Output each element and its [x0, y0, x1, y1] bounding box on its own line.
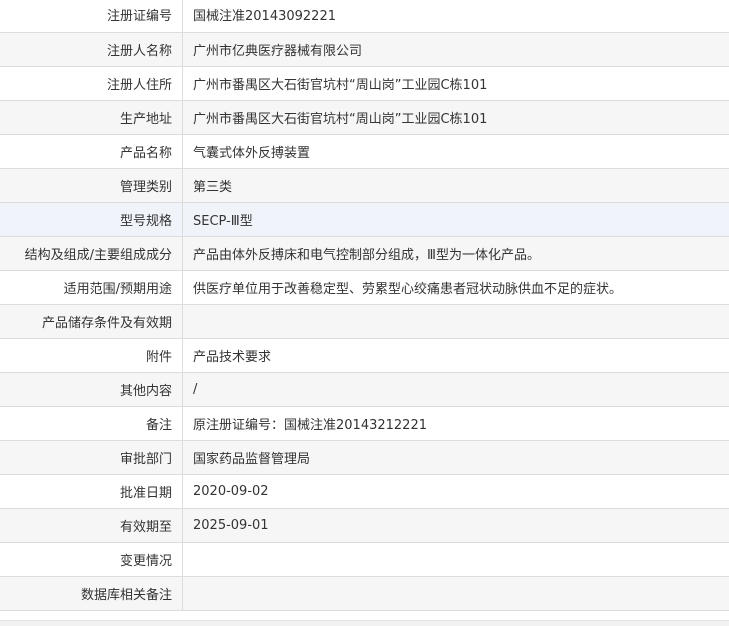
field-value: 2020-09-02 — [183, 474, 729, 508]
field-value: 广州市番禺区大石街官坑村“周山岗”工业园C栋101 — [183, 66, 729, 100]
registration-details-table: 注册证编号 国械注准20143092221 注册人名称 广州市亿典医疗器械有限公… — [0, 0, 729, 611]
field-value: 国械注准20143092221 — [183, 0, 729, 32]
row-structure-composition: 结构及组成/主要组成成分 产品由体外反搏床和电气控制部分组成，Ⅲ型为一体化产品。 — [0, 236, 729, 270]
row-product-name: 产品名称 气囊式体外反搏装置 — [0, 134, 729, 168]
row-remarks: 备注 原注册证编号：国械注准20143212221 — [0, 406, 729, 440]
field-value: SECP-Ⅲ型 — [183, 202, 729, 236]
field-label: 注册证编号 — [0, 0, 183, 32]
row-attachments: 附件 产品技术要求 — [0, 338, 729, 372]
row-approval-department: 审批部门 国家药品监督管理局 — [0, 440, 729, 474]
row-valid-until: 有效期至 2025-09-01 — [0, 508, 729, 542]
field-value: 广州市亿典医疗器械有限公司 — [183, 32, 729, 66]
field-value: 2025-09-01 — [183, 508, 729, 542]
field-value: / — [183, 372, 729, 406]
field-label: 附件 — [0, 338, 183, 372]
field-label: 适用范围/预期用途 — [0, 270, 183, 304]
field-label: 产品储存条件及有效期 — [0, 304, 183, 338]
field-value: 国家药品监督管理局 — [183, 440, 729, 474]
field-label: 生产地址 — [0, 100, 183, 134]
field-value: 原注册证编号：国械注准20143212221 — [183, 406, 729, 440]
row-registrant-name: 注册人名称 广州市亿典医疗器械有限公司 — [0, 32, 729, 66]
field-label: 管理类别 — [0, 168, 183, 202]
field-label: 变更情况 — [0, 542, 183, 576]
field-label: 审批部门 — [0, 440, 183, 474]
field-label: 其他内容 — [0, 372, 183, 406]
field-value: 广州市番禺区大石街官坑村“周山岗”工业园C栋101 — [183, 100, 729, 134]
row-management-category: 管理类别 第三类 — [0, 168, 729, 202]
row-approval-date: 批准日期 2020-09-02 — [0, 474, 729, 508]
field-label: 数据库相关备注 — [0, 576, 183, 610]
field-label: 结构及组成/主要组成成分 — [0, 236, 183, 270]
row-production-address: 生产地址 广州市番禺区大石街官坑村“周山岗”工业园C栋101 — [0, 100, 729, 134]
field-value — [183, 304, 729, 338]
field-value — [183, 576, 729, 610]
row-intended-use: 适用范围/预期用途 供医疗单位用于改善稳定型、劳累型心绞痛患者冠状动脉供血不足的… — [0, 270, 729, 304]
row-model-spec: 型号规格 SECP-Ⅲ型 — [0, 202, 729, 236]
field-value: 气囊式体外反搏装置 — [183, 134, 729, 168]
row-storage-conditions: 产品储存条件及有效期 — [0, 304, 729, 338]
row-registrant-address: 注册人住所 广州市番禺区大石街官坑村“周山岗”工业园C栋101 — [0, 66, 729, 100]
field-value: 供医疗单位用于改善稳定型、劳累型心绞痛患者冠状动脉供血不足的症状。 — [183, 270, 729, 304]
row-registration-number: 注册证编号 国械注准20143092221 — [0, 0, 729, 32]
field-value: 产品由体外反搏床和电气控制部分组成，Ⅲ型为一体化产品。 — [183, 236, 729, 270]
field-label: 批准日期 — [0, 474, 183, 508]
field-label: 型号规格 — [0, 202, 183, 236]
row-database-notes: 数据库相关备注 — [0, 576, 729, 610]
row-other-content: 其他内容 / — [0, 372, 729, 406]
field-label: 注册人名称 — [0, 32, 183, 66]
field-value — [183, 542, 729, 576]
field-label: 备注 — [0, 406, 183, 440]
field-label: 产品名称 — [0, 134, 183, 168]
field-label: 有效期至 — [0, 508, 183, 542]
page-footer-divider — [0, 620, 729, 626]
row-change-history: 变更情况 — [0, 542, 729, 576]
field-value: 第三类 — [183, 168, 729, 202]
field-value: 产品技术要求 — [183, 338, 729, 372]
field-label: 注册人住所 — [0, 66, 183, 100]
